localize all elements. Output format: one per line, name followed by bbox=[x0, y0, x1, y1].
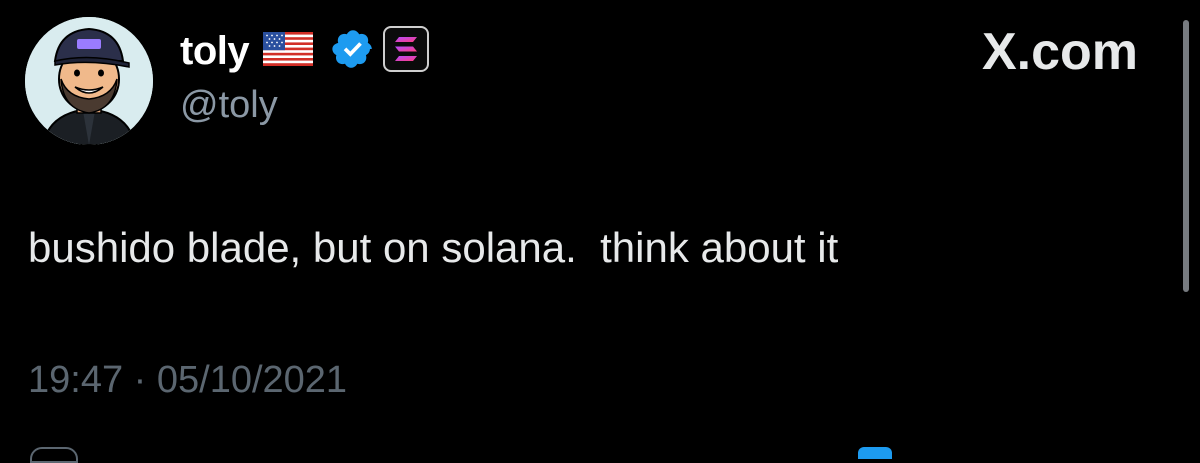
tweet-timestamp[interactable]: 19:47 · 05/10/2021 bbox=[28, 359, 347, 402]
avatar[interactable] bbox=[25, 17, 153, 145]
author-row: toly bbox=[180, 24, 430, 78]
us-flag-icon bbox=[263, 31, 314, 71]
reply-icon[interactable] bbox=[30, 447, 78, 463]
site-label: X.com bbox=[981, 23, 1138, 81]
share-icon[interactable] bbox=[858, 447, 892, 459]
display-name[interactable]: toly bbox=[180, 29, 250, 74]
tweet-text: bushido blade, but on solana. think abou… bbox=[28, 224, 839, 271]
verified-badge-icon[interactable] bbox=[331, 27, 375, 76]
user-handle[interactable]: @toly bbox=[180, 84, 278, 127]
solana-badge-icon[interactable] bbox=[383, 25, 430, 77]
scrollbar[interactable] bbox=[1183, 20, 1189, 292]
tweet-card: toly @toly X.com bushido blade, but on s… bbox=[0, 0, 1200, 463]
